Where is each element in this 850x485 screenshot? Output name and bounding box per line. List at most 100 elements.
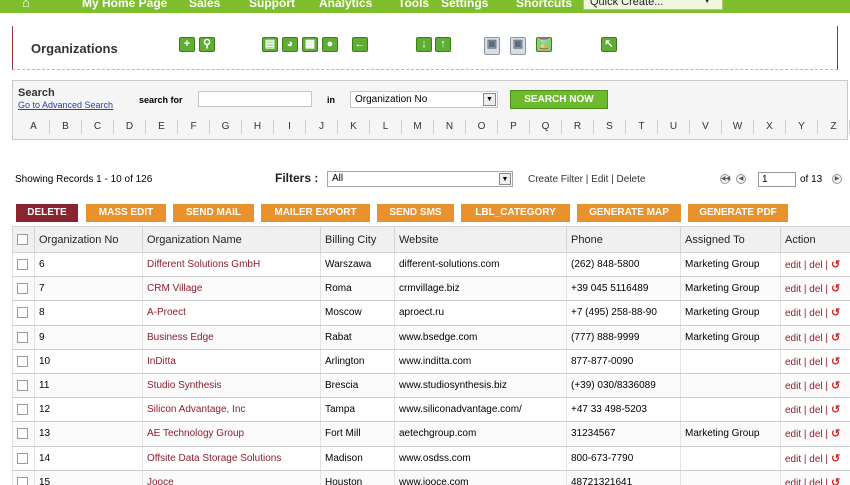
row-checkbox[interactable]	[17, 452, 28, 464]
alphabet-letter-a[interactable]: A	[18, 120, 50, 134]
duplicate-icon[interactable]: ↺	[828, 259, 840, 271]
alphabet-letter-i[interactable]: I	[274, 120, 306, 134]
alphabet-letter-c[interactable]: C	[82, 120, 114, 134]
nav-settings[interactable]: Settings	[441, 0, 488, 10]
cell-organization-name[interactable]: AE Technology Group	[142, 421, 321, 447]
back-arrow-icon[interactable]: ←	[352, 37, 368, 52]
filter-select[interactable]: All ▼	[327, 171, 513, 187]
row-actions[interactable]: edit | del | ↺	[780, 445, 850, 471]
nav-my-home-page[interactable]: My Home Page	[82, 0, 167, 10]
row-select-cell[interactable]	[12, 300, 35, 326]
row-checkbox[interactable]	[17, 428, 28, 440]
alphabet-letter-k[interactable]: K	[338, 120, 370, 134]
import-icon[interactable]: ↓	[416, 37, 432, 52]
alphabet-letter-o[interactable]: O	[466, 120, 498, 134]
duplicate-icon[interactable]: ↺	[828, 453, 840, 465]
advanced-search-link[interactable]: Go to Advanced Search	[18, 100, 113, 110]
cell-organization-name[interactable]: A-Proect	[142, 300, 321, 326]
calculator-icon[interactable]: ▦	[302, 37, 318, 52]
row-actions[interactable]: edit | del | ↺	[780, 276, 850, 302]
edit-del-links[interactable]: edit | del |	[785, 429, 828, 440]
duplicate-icon[interactable]: ↺	[828, 477, 840, 485]
row-checkbox[interactable]	[17, 404, 28, 416]
add-record-icon[interactable]: +	[179, 37, 195, 52]
row-checkbox[interactable]	[17, 283, 28, 295]
alphabet-letter-e[interactable]: E	[146, 120, 178, 134]
alphabet-letter-l[interactable]: L	[370, 120, 402, 134]
next-page-icon[interactable]: ▶	[832, 174, 842, 184]
row-select-cell[interactable]	[12, 445, 35, 471]
row-checkbox[interactable]	[17, 307, 28, 319]
row-select-cell[interactable]	[12, 372, 35, 399]
merge-icon[interactable]: ▣	[510, 37, 526, 55]
cell-organization-name[interactable]: InDitta	[142, 348, 321, 374]
alphabet-letter-w[interactable]: W	[722, 120, 754, 134]
prev-page-icon[interactable]: ◀	[736, 174, 746, 184]
edit-del-links[interactable]: edit | del |	[785, 405, 828, 416]
cell-organization-name[interactable]: Different Solutions GmbH	[142, 251, 321, 278]
cell-organization-name[interactable]: Business Edge	[142, 324, 321, 350]
mass-edit-button[interactable]: MASS EDIT	[86, 204, 166, 222]
row-checkbox[interactable]	[17, 331, 28, 343]
header-assigned-to[interactable]: Assigned To	[680, 226, 781, 253]
duplicate-icon[interactable]: ↺	[828, 307, 840, 319]
alphabet-letter-z[interactable]: Z	[818, 120, 850, 134]
duplicate-icon[interactable]: ↺	[828, 404, 840, 416]
select-all-checkbox[interactable]	[17, 234, 28, 246]
duplicate-icon[interactable]: ↺	[828, 332, 840, 344]
clock-icon[interactable]: ◕	[282, 37, 298, 52]
cell-organization-name[interactable]: Studio Synthesis	[142, 372, 321, 399]
duplicate-icon[interactable]: ↺	[828, 356, 840, 368]
chat-icon[interactable]: ●	[322, 37, 338, 52]
alphabet-letter-h[interactable]: H	[242, 120, 274, 134]
alphabet-letter-n[interactable]: N	[434, 120, 466, 134]
row-select-cell[interactable]	[12, 469, 35, 485]
header-billing-city[interactable]: Billing City	[320, 226, 395, 253]
edit-del-links[interactable]: edit | del |	[785, 381, 828, 392]
lbl-category-button[interactable]: LBL_CATEGORY	[461, 204, 570, 222]
alphabet-letter-r[interactable]: R	[562, 120, 594, 134]
hourglass-icon[interactable]: ⌛	[536, 37, 552, 52]
header-phone[interactable]: Phone	[566, 226, 681, 253]
row-select-cell[interactable]	[12, 251, 35, 278]
send-mail-button[interactable]: SEND MAIL	[173, 204, 254, 222]
row-checkbox[interactable]	[17, 259, 28, 271]
header-organization-no[interactable]: Organization No	[34, 226, 143, 253]
alphabet-letter-f[interactable]: F	[178, 120, 210, 134]
row-select-cell[interactable]	[12, 397, 35, 423]
find-duplicates-icon[interactable]: ▣	[484, 37, 500, 55]
cell-organization-name[interactable]: Jooce	[142, 469, 321, 485]
duplicate-icon[interactable]: ↺	[828, 380, 840, 392]
row-checkbox[interactable]	[17, 355, 28, 367]
nav-sales[interactable]: Sales	[189, 0, 220, 10]
edit-del-links[interactable]: edit | del |	[785, 284, 828, 295]
cell-organization-name[interactable]: CRM Village	[142, 276, 321, 302]
delete-button[interactable]: DELETE	[16, 204, 78, 222]
send-sms-button[interactable]: SEND SMS	[377, 204, 454, 222]
edit-del-links[interactable]: edit | del |	[785, 260, 828, 271]
search-icon[interactable]: ⚲	[199, 37, 215, 52]
filter-actions[interactable]: Create Filter | Edit | Delete	[528, 174, 645, 185]
alphabet-letter-s[interactable]: S	[594, 120, 626, 134]
alphabet-letter-j[interactable]: J	[306, 120, 338, 134]
settings-wrench-icon[interactable]: ↖	[601, 37, 617, 52]
edit-del-links[interactable]: edit | del |	[785, 333, 828, 344]
nav-shortcuts[interactable]: Shortcuts	[516, 0, 572, 10]
page-number-input[interactable]: 1	[758, 172, 796, 187]
alphabet-letter-m[interactable]: M	[402, 120, 434, 134]
search-now-button[interactable]: SEARCH NOW	[510, 90, 608, 109]
row-select-cell[interactable]	[12, 421, 35, 447]
alphabet-letter-y[interactable]: Y	[786, 120, 818, 134]
edit-del-links[interactable]: edit | del |	[785, 478, 828, 485]
row-select-cell[interactable]	[12, 276, 35, 302]
calendar-icon[interactable]: ▤	[262, 37, 278, 52]
row-actions[interactable]: edit | del | ↺	[780, 469, 850, 485]
nav-support[interactable]: Support	[249, 0, 295, 10]
first-page-icon[interactable]: ◀◀	[720, 174, 730, 184]
alphabet-letter-b[interactable]: B	[50, 120, 82, 134]
row-select-cell[interactable]	[12, 348, 35, 374]
row-checkbox[interactable]	[17, 379, 28, 391]
alphabet-letter-u[interactable]: U	[658, 120, 690, 134]
export-icon[interactable]: ↑	[435, 37, 451, 52]
mailer-export-button[interactable]: MAILER EXPORT	[261, 204, 370, 222]
